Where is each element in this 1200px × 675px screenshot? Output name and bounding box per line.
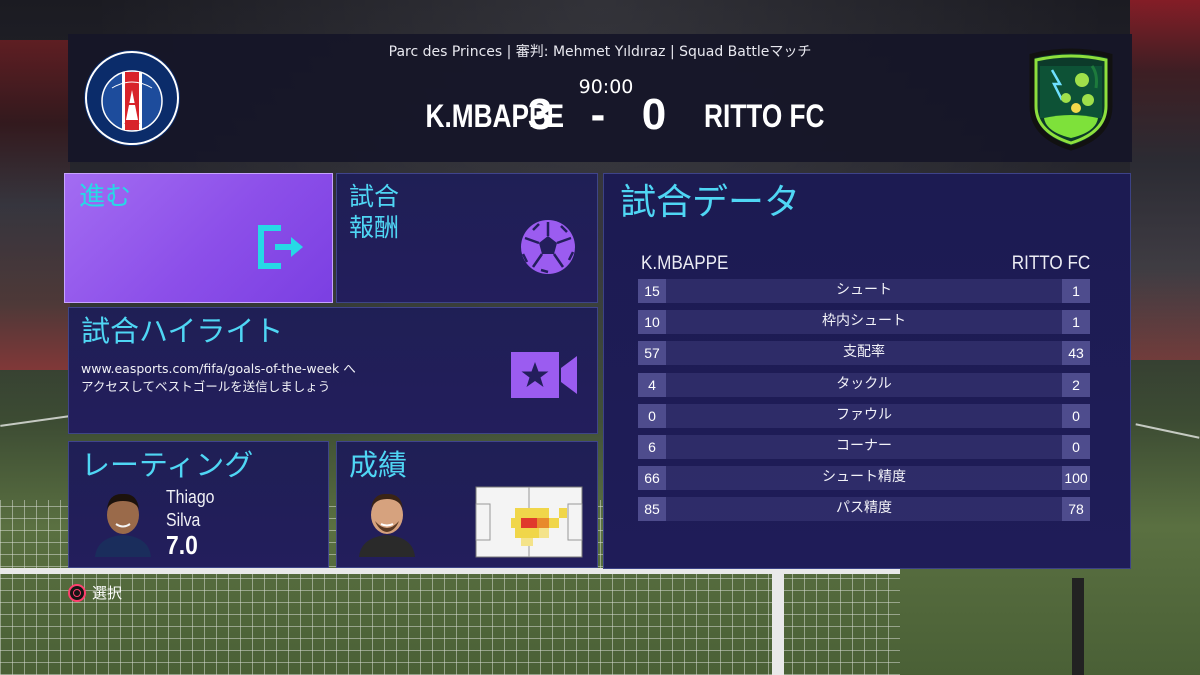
corner-flag-pole <box>1072 578 1084 675</box>
exit-arrow-icon <box>257 222 311 276</box>
psg-crest-icon <box>82 48 182 148</box>
home-score: 3 <box>527 90 553 139</box>
stat-away-value: 2 <box>1062 372 1090 397</box>
stat-label: シュート精度 <box>822 469 906 486</box>
stat-away-value: 1 <box>1062 279 1090 303</box>
select-label: 選択 <box>92 584 123 602</box>
match-data-title: 試合データ <box>620 182 801 223</box>
stat-label: パス精度 <box>836 500 892 517</box>
stat-away-value: 1 <box>1062 310 1090 335</box>
stat-away-value: 0 <box>1062 434 1090 459</box>
performance-title: 成績 <box>349 448 408 482</box>
stat-row-corners: 6 コーナー 0 <box>638 434 1090 459</box>
stat-row-fouls: 0 ファウル 0 <box>638 403 1090 428</box>
player-first-name: Thiago <box>166 487 215 507</box>
stat-label: ファウル <box>836 406 892 423</box>
stadium-stand-right <box>1130 0 1200 360</box>
venue-referee-line: Parc des Princes | 審判: Mehmet Yıldıraz |… <box>388 44 812 60</box>
match-highlights-tile[interactable]: 試合ハイライト www.easports.com/fifa/goals-of-t… <box>68 307 598 434</box>
score-separator: - <box>590 90 606 139</box>
match-rewards-tile[interactable]: 試合 報酬 <box>336 173 598 303</box>
stat-home-value: 57 <box>638 341 666 366</box>
away-score: 0 <box>641 90 667 139</box>
pitch-line <box>0 415 70 427</box>
stat-row-pass-accuracy: 85 パス精度 78 <box>638 497 1090 522</box>
highlights-title: 試合ハイライト <box>81 314 284 348</box>
rating-title: レーティング <box>81 448 254 482</box>
stat-home-value: 10 <box>638 310 666 335</box>
video-camera-star-icon <box>509 350 579 404</box>
rewards-title-line1: 試合 <box>349 182 400 211</box>
rewards-title-line2: 報酬 <box>349 212 400 242</box>
stat-away-value: 43 <box>1062 341 1090 366</box>
proceed-tile[interactable]: 進む <box>64 173 333 303</box>
stat-label: 枠内シュート <box>822 313 906 330</box>
highlights-text-line2: アクセスしてベストゴールを送信しましょう <box>81 379 331 394</box>
stat-row-shots: 15 シュート 1 <box>638 279 1090 303</box>
player-portrait <box>355 487 419 557</box>
match-data-panel: 試合データ K.MBAPPE RITTO FC 15 シュート 1 10 枠内シ… <box>603 173 1131 569</box>
stat-home-value: 6 <box>638 434 666 459</box>
player-rating-tile[interactable]: レーティング Thiago Silva 7.0 <box>68 441 329 568</box>
stat-home-value: 66 <box>638 466 666 491</box>
stat-label: タックル <box>836 375 892 392</box>
stat-away-value: 100 <box>1062 466 1090 491</box>
highlights-description: www.easports.com/fifa/goals-of-the-week … <box>81 360 356 396</box>
stat-home-value: 15 <box>638 279 666 303</box>
player-rating-value: 7.0 <box>166 530 198 560</box>
stadium-stand-left <box>0 40 70 370</box>
rewards-title: 試合 報酬 <box>349 182 399 243</box>
player-portrait <box>91 487 155 557</box>
stat-label: 支配率 <box>843 344 885 361</box>
player-last-name: Silva <box>166 510 201 530</box>
match-data-away-label: RITTO FC <box>1011 253 1090 274</box>
proceed-title: 進む <box>79 182 132 212</box>
stat-label: シュート <box>836 282 892 298</box>
pitch-line <box>1135 423 1200 439</box>
stat-row-possession: 57 支配率 43 <box>638 341 1090 366</box>
goal-post <box>772 570 784 675</box>
stat-home-value: 4 <box>638 372 666 397</box>
stat-away-value: 0 <box>1062 403 1090 428</box>
match-data-rows: 15 シュート 1 10 枠内シュート 1 57 支配率 43 4 タックル 2… <box>638 279 1090 529</box>
stat-row-shots-on-target: 10 枠内シュート 1 <box>638 310 1090 335</box>
performance-tile[interactable]: 成績 <box>336 441 598 568</box>
select-hint[interactable]: 選択 <box>68 582 122 603</box>
circle-button-icon <box>68 583 86 602</box>
stat-row-shot-accuracy: 66 シュート精度 100 <box>638 466 1090 491</box>
stat-home-value: 85 <box>638 497 666 522</box>
highlights-text-line1: www.easports.com/fifa/goals-of-the-week … <box>81 361 356 376</box>
match-data-home-label: K.MBAPPE <box>641 253 729 274</box>
ritto-fc-crest-icon <box>1026 48 1116 152</box>
heatmap-pitch-icon <box>475 486 583 562</box>
football-icon <box>519 218 577 280</box>
stat-row-tackles: 4 タックル 2 <box>638 372 1090 397</box>
player-name: Thiago Silva <box>166 486 214 532</box>
away-team-name: RITTO FC <box>704 98 825 134</box>
stat-label: コーナー <box>836 437 892 454</box>
stat-home-value: 0 <box>638 403 666 428</box>
stat-away-value: 78 <box>1062 497 1090 522</box>
match-header: Parc des Princes | 審判: Mehmet Yıldıraz |… <box>68 34 1132 162</box>
